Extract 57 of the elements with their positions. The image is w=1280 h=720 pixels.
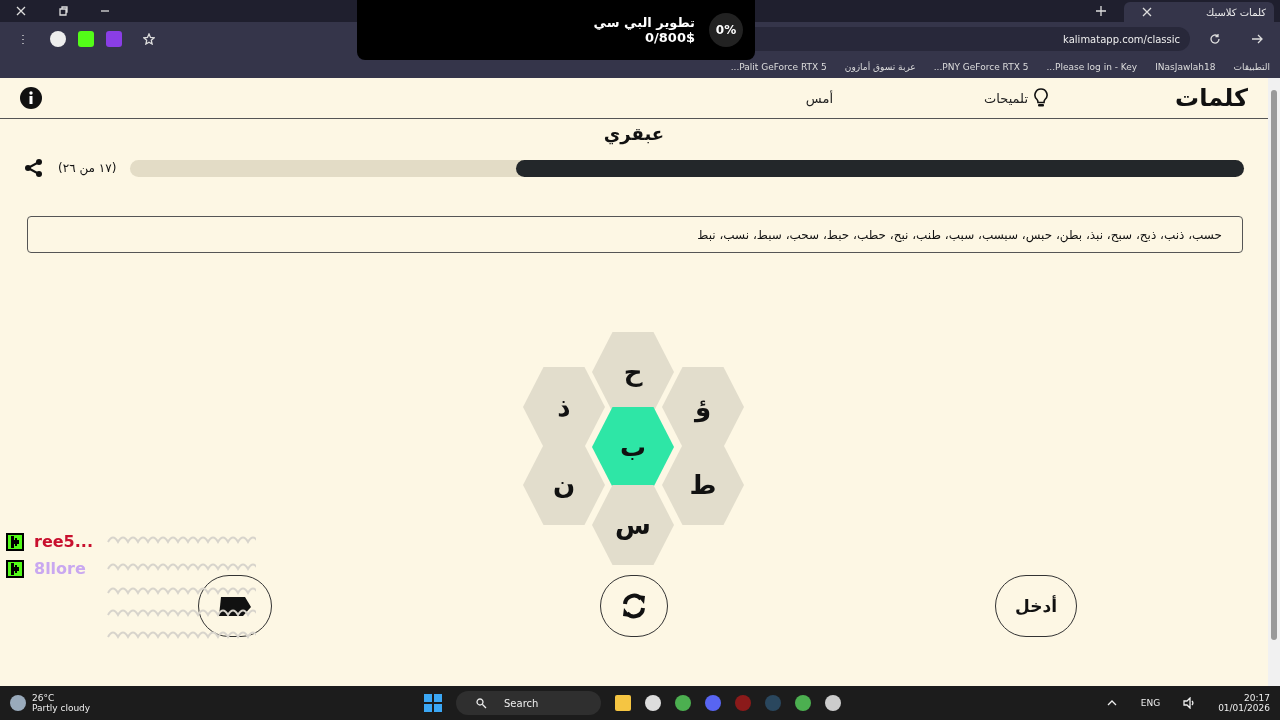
language-indicator[interactable]: ENG <box>1140 698 1161 708</box>
nav-label: تلميحات <box>984 90 1028 106</box>
bookmark[interactable]: Palit GeForce RTX 5... <box>730 62 827 72</box>
bookmark[interactable]: Please log in - Key... <box>1046 62 1138 72</box>
notification-amount: 0/800$ <box>645 30 695 45</box>
nav-label: أمس <box>805 90 833 106</box>
back-icon[interactable] <box>1251 33 1263 45</box>
logo: كلمات <box>1174 84 1248 112</box>
blob-icon <box>217 595 253 617</box>
letter-tile[interactable]: ط <box>662 445 744 525</box>
clock-time: 20:17 <box>1244 693 1270 703</box>
letter-tile[interactable]: ب <box>592 407 674 487</box>
weather-text: Partly cloudy <box>32 703 91 713</box>
browser-tab[interactable]: كلمات كلاسيك <box>1124 2 1274 22</box>
progress-reading: (١٧ من ٢٦) <box>58 161 117 175</box>
tab-title: كلمات كلاسيك <box>1205 6 1266 18</box>
star-icon[interactable] <box>143 33 155 45</box>
rank-title: عبقري <box>602 123 666 144</box>
found-words-list: حسب، ذنب، ذبح، سبح، نبذ، بطن، حبس، سبسب، سبب، طنب، نبح، حطب، حبط، سحب، سبط، نسب، نبط <box>27 216 1243 253</box>
notification-title: تطوير البي سي <box>593 15 695 30</box>
percent-badge: 0% <box>709 13 743 47</box>
app-icon[interactable] <box>645 695 661 711</box>
bookmark[interactable]: INasJawlah18 <box>1155 62 1216 72</box>
reload-icon[interactable] <box>1209 33 1221 45</box>
letter-tile[interactable]: س <box>592 485 674 565</box>
nav-link[interactable]: أمس <box>618 90 833 106</box>
close-tab-icon[interactable] <box>1141 6 1153 18</box>
temperature: 26°C <box>32 693 56 703</box>
speaker-icon[interactable] <box>1183 697 1196 709</box>
windows-icon[interactable] <box>424 694 442 712</box>
share-icon[interactable] <box>24 158 44 178</box>
new-tab-icon[interactable] <box>1095 5 1107 17</box>
enter-button[interactable]: أدخل <box>995 575 1077 637</box>
bookmark[interactable]: PNY GeForce RTX 5... <box>933 62 1029 72</box>
k-logo-icon <box>6 532 24 551</box>
info-icon[interactable] <box>20 87 42 109</box>
letter-tile[interactable]: ؤ <box>662 367 744 447</box>
chat-username: ree5... <box>34 532 94 551</box>
k-logo-icon <box>6 559 24 578</box>
profile-icon[interactable] <box>50 31 66 47</box>
letter-tile[interactable]: ن <box>523 445 605 525</box>
bookmark[interactable]: عربة تسوق أمازون <box>844 62 916 72</box>
url-text: kalimatapp.com/classic <box>1063 33 1180 45</box>
letter-tile[interactable]: ذ <box>523 367 605 447</box>
lightbulb-icon <box>1034 88 1048 108</box>
taskbar-search[interactable]: Search <box>456 691 601 715</box>
clock-date: 01/01/2026 <box>1218 703 1270 713</box>
scrollbar-thumb[interactable] <box>1271 90 1277 640</box>
app-icon[interactable] <box>825 695 841 711</box>
bookmark[interactable]: التطبيقات <box>1233 62 1270 72</box>
search-placeholder: Search <box>504 697 539 709</box>
nav-link[interactable]: تلميحات <box>833 88 1048 108</box>
shuffle-button[interactable] <box>198 575 272 637</box>
close-icon[interactable] <box>15 5 27 17</box>
chat-username: 8llore <box>34 559 87 578</box>
search-icon[interactable] <box>475 697 487 709</box>
restore-icon[interactable] <box>57 5 69 17</box>
